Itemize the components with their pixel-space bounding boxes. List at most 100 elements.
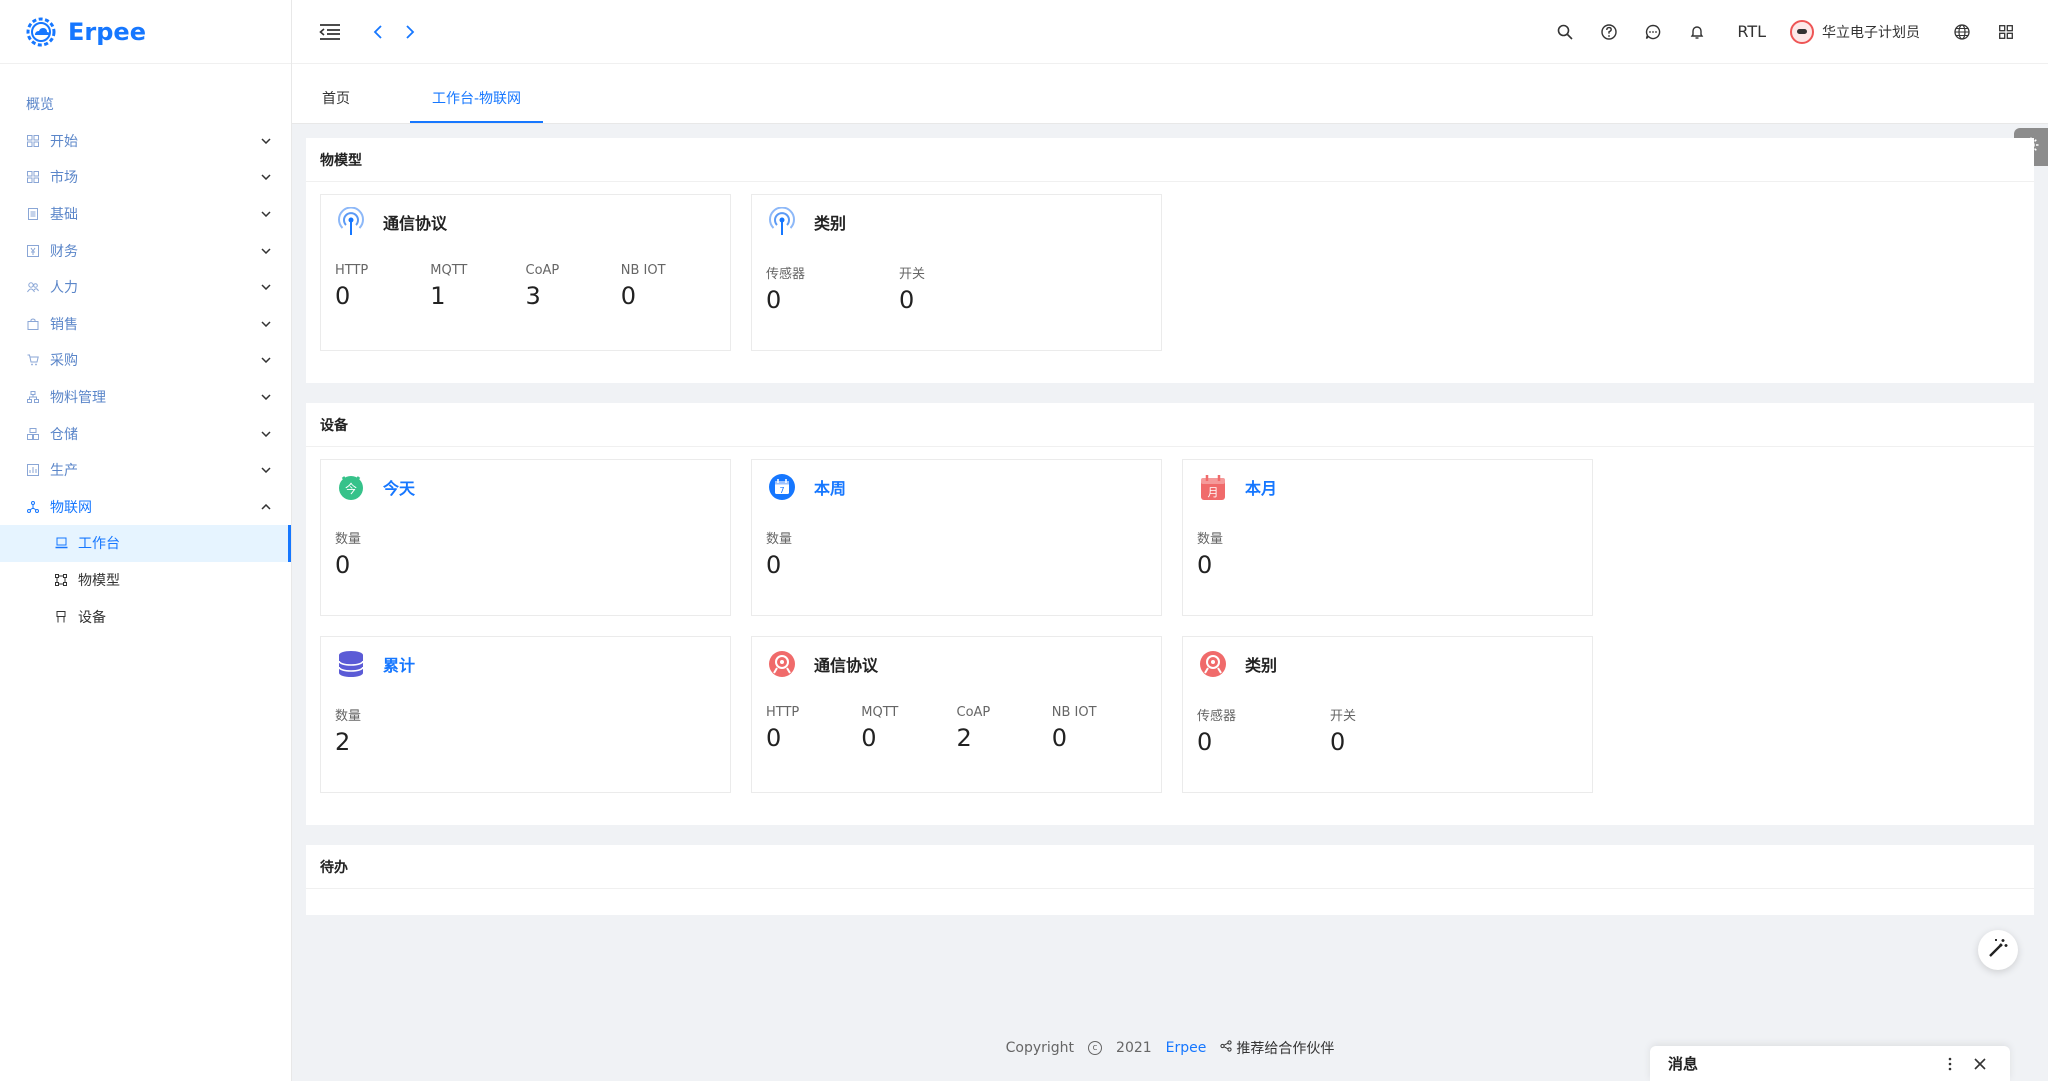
svg-text:7: 7 [779, 486, 784, 495]
chevron-down-icon [261, 136, 271, 146]
sidebar-subitem-workbench[interactable]: 工作台 [0, 525, 291, 562]
copyright-text: Copyright [1005, 1040, 1075, 1056]
device-section: 设备 今 今天 数量 0 7 本周 数量 0 月 本月 数量 0 累计 数量 2… [306, 403, 2034, 825]
chevron-down-icon [261, 392, 271, 402]
card-title: 类别 [1245, 656, 1278, 675]
section-title: 待办 [306, 845, 2034, 889]
sidebar-item-overview[interactable]: 概览 [0, 86, 291, 123]
brand-name: Erpee [68, 17, 146, 46]
tab-iot-workbench[interactable]: 工作台-物联网 [410, 73, 544, 123]
section-title: 物模型 [306, 138, 2034, 182]
today-icon: 今 [335, 471, 367, 503]
protocol-badge-icon [766, 648, 798, 680]
sidebar-item-label: 物料管理 [50, 390, 106, 407]
card-title: 今天 [383, 479, 416, 498]
stat-value: 0 [1197, 551, 1213, 579]
thing-model-section: 物模型 通信协议 HTTP 0 MQTT 1 CoAP 3 NB IOT 0 类… [306, 138, 2034, 383]
stat-value: 0 [335, 282, 351, 310]
stat-label: NB IOT [620, 263, 666, 278]
bag-icon [26, 317, 40, 331]
chevron-down-icon [261, 209, 271, 219]
footer-brand-link[interactable]: Erpee [1166, 1040, 1207, 1056]
chat-icon[interactable] [1631, 10, 1675, 54]
stat-label: 数量 [335, 532, 362, 547]
tab-home[interactable]: 首页 [322, 73, 372, 123]
more-vertical-icon[interactable] [1938, 1052, 1962, 1076]
stat-label: 开关 [899, 267, 926, 282]
close-icon[interactable] [1968, 1052, 1992, 1076]
stat-value: 3 [525, 282, 541, 310]
chevron-down-icon [261, 282, 271, 292]
stat-value: 2 [956, 724, 972, 752]
stat-label: 数量 [1197, 532, 1224, 547]
sidebar-subitem-device[interactable]: 设备 [0, 598, 291, 635]
rtl-toggle[interactable]: RTL [1719, 22, 1784, 41]
collapse-menu-icon[interactable] [318, 20, 342, 44]
globe-icon[interactable] [1940, 10, 1984, 54]
card-title: 类别 [814, 214, 847, 233]
stat-label: NB IOT [1051, 705, 1097, 720]
sidebar-item-market[interactable]: 市场 [0, 159, 291, 196]
sidebar-item-production[interactable]: 生产 [0, 452, 291, 489]
stat-value: 0 [766, 286, 782, 314]
bell-icon[interactable] [1675, 10, 1719, 54]
device-icon [54, 610, 68, 624]
sidebar-item-sales[interactable]: 销售 [0, 306, 291, 343]
antenna-icon [766, 206, 798, 238]
sidebar-item-purchase[interactable]: 采购 [0, 342, 291, 379]
stat-value: 0 [620, 282, 637, 310]
sidebar-menu: 概览 开始 市场 基础 财务 人力 销售 采购 物料管理 仓储 生产 物联网 工… [0, 64, 291, 635]
user-menu[interactable]: 华立电子计划员 [1784, 19, 1940, 44]
copyright-icon: c [1088, 1041, 1103, 1055]
device-today-card: 今 今天 数量 0 [320, 459, 731, 616]
sidebar-item-label: 市场 [50, 170, 78, 187]
sidebar-item-label: 工作台 [78, 536, 120, 553]
device-month-card: 月 本月 数量 0 [1182, 459, 1593, 616]
cart-icon [26, 353, 40, 367]
sidebar-item-warehouse[interactable]: 仓储 [0, 415, 291, 452]
sidebar-item-label: 设备 [78, 609, 106, 626]
antenna-icon [335, 206, 367, 238]
grid-icon [26, 170, 40, 184]
card-title: 累计 [383, 656, 416, 675]
logo[interactable]: Erpee [0, 0, 291, 64]
sidebar-item-label: 销售 [50, 316, 78, 333]
magic-wand-button[interactable] [1978, 930, 2018, 970]
sidebar-item-label: 人力 [50, 280, 78, 297]
stat-value: 0 [899, 286, 915, 314]
stat-value: 1 [430, 282, 446, 310]
sidebar-item-label: 物模型 [78, 573, 120, 590]
device-category-card: 类别 传感器 0 开关 0 [1182, 636, 1593, 793]
sidebar-item-material[interactable]: 物料管理 [0, 379, 291, 416]
stat-label: 开关 [1330, 709, 1357, 724]
stat-value: 0 [766, 724, 782, 752]
chevron-down-icon [261, 465, 271, 475]
stat-value: 0 [1051, 724, 1068, 752]
sidebar-item-label: 仓储 [50, 426, 78, 443]
user-name: 华立电子计划员 [1822, 24, 1920, 41]
sidebar-item-label: 开始 [50, 133, 78, 150]
chart-icon [26, 463, 40, 477]
back-arrow-icon[interactable] [366, 20, 390, 44]
sidebar-item-finance[interactable]: 财务 [0, 232, 291, 269]
sidebar-item-basic[interactable]: 基础 [0, 196, 291, 233]
month-calendar-icon: 月 [1197, 471, 1229, 503]
recommend-label: 推荐给合作伙伴 [1236, 1041, 1335, 1057]
chevron-down-icon [261, 172, 271, 182]
copyright-year: 2021 [1116, 1040, 1152, 1056]
sidebar-item-start[interactable]: 开始 [0, 123, 291, 160]
apps-grid-icon[interactable] [1984, 10, 2028, 54]
sidebar-subitem-thing-model[interactable]: 物模型 [0, 562, 291, 599]
forward-arrow-icon[interactable] [398, 20, 422, 44]
sidebar-item-iot[interactable]: 物联网 [0, 489, 291, 526]
stat-value: 2 [335, 728, 351, 756]
grid-icon [26, 134, 40, 148]
warehouse-icon [26, 427, 40, 441]
search-icon[interactable] [1543, 10, 1587, 54]
sidebar-item-hr[interactable]: 人力 [0, 269, 291, 306]
stat-label: 传感器 [1197, 709, 1237, 724]
help-icon[interactable] [1587, 10, 1631, 54]
database-icon [335, 648, 367, 680]
recommend-link[interactable]: 推荐给合作伙伴 [1220, 1038, 1334, 1058]
message-panel[interactable]: 消息 [1650, 1046, 2010, 1081]
